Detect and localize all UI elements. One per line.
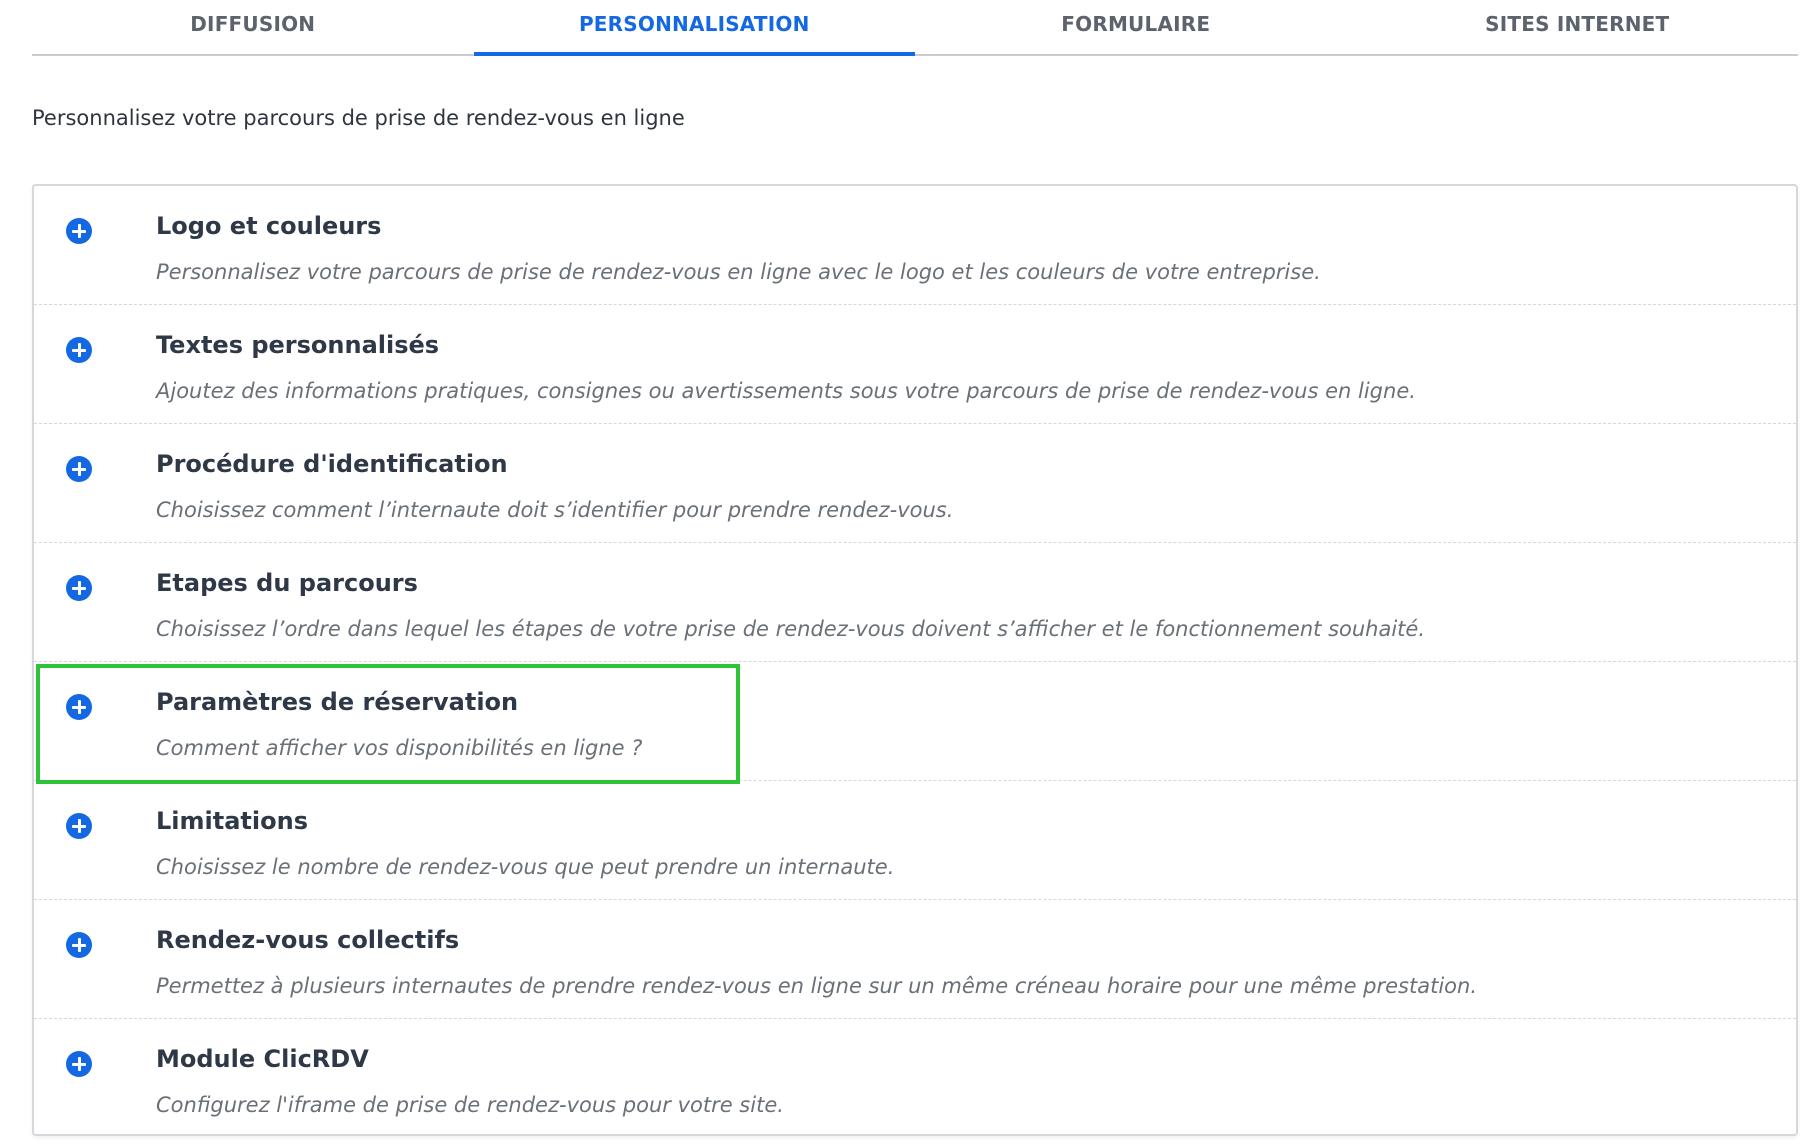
accordion-item-title: Rendez-vous collectifs (156, 926, 460, 954)
accordion-item-textes-personnalises[interactable]: Textes personnalisés Ajoutez des informa… (34, 305, 1796, 424)
plus-circle-icon[interactable] (66, 1051, 92, 1077)
accordion-item-title: Logo et couleurs (156, 212, 382, 240)
tab-personnalisation[interactable]: PERSONNALISATION (473, 0, 916, 56)
plus-circle-icon[interactable] (66, 694, 92, 720)
accordion-item-title: Textes personnalisés (156, 331, 440, 359)
page-intro-text: Personnalisez votre parcours de prise de… (32, 106, 685, 130)
accordion-item-title: Paramètres de réservation (156, 688, 519, 716)
plus-circle-icon[interactable] (66, 456, 92, 482)
accordion-item-title: Module ClicRDV (156, 1045, 369, 1073)
accordion-item-parametres-reservation[interactable]: Paramètres de réservation Comment affich… (34, 662, 1796, 781)
accordion-item-description: Permettez à plusieurs internautes de pre… (156, 974, 1478, 998)
accordion-item-description: Choisissez l’ordre dans lequel les étape… (156, 617, 1426, 641)
accordion-item-description: Choisissez comment l’internaute doit s’i… (156, 498, 954, 522)
plus-circle-icon[interactable] (66, 932, 92, 958)
plus-circle-icon[interactable] (66, 337, 92, 363)
accordion-item-etapes-parcours[interactable]: Etapes du parcours Choisissez l’ordre da… (34, 543, 1796, 662)
tab-formulaire[interactable]: FORMULAIRE (915, 0, 1357, 54)
accordion-item-module-clicrdv[interactable]: Module ClicRDV Configurez l'iframe de pr… (34, 1019, 1796, 1138)
tab-sites-internet[interactable]: SITES INTERNET (1357, 0, 1799, 54)
accordion-item-limitations[interactable]: Limitations Choisissez le nombre de rend… (34, 781, 1796, 900)
accordion-item-description: Personnalisez votre parcours de prise de… (156, 260, 1321, 284)
accordion-item-title: Etapes du parcours (156, 569, 418, 597)
settings-accordion: Logo et couleurs Personnalisez votre par… (32, 184, 1798, 1136)
accordion-item-title: Limitations (156, 807, 308, 835)
tab-bar: DIFFUSION PERSONNALISATION FORMULAIRE SI… (32, 0, 1798, 56)
accordion-item-description: Choisissez le nombre de rendez-vous que … (156, 855, 895, 879)
accordion-item-logo-couleurs[interactable]: Logo et couleurs Personnalisez votre par… (34, 186, 1796, 305)
accordion-item-description: Comment afficher vos disponibilités en l… (156, 736, 643, 760)
plus-circle-icon[interactable] (66, 813, 92, 839)
plus-circle-icon[interactable] (66, 575, 92, 601)
accordion-item-procedure-identification[interactable]: Procédure d'identification Choisissez co… (34, 424, 1796, 543)
accordion-item-rendez-vous-collectifs[interactable]: Rendez-vous collectifs Permettez à plusi… (34, 900, 1796, 1019)
accordion-item-description: Ajoutez des informations pratiques, cons… (156, 379, 1416, 403)
accordion-item-title: Procédure d'identification (156, 450, 508, 478)
tab-diffusion[interactable]: DIFFUSION (32, 0, 474, 54)
accordion-item-description: Configurez l'iframe de prise de rendez-v… (156, 1093, 784, 1117)
plus-circle-icon[interactable] (66, 218, 92, 244)
